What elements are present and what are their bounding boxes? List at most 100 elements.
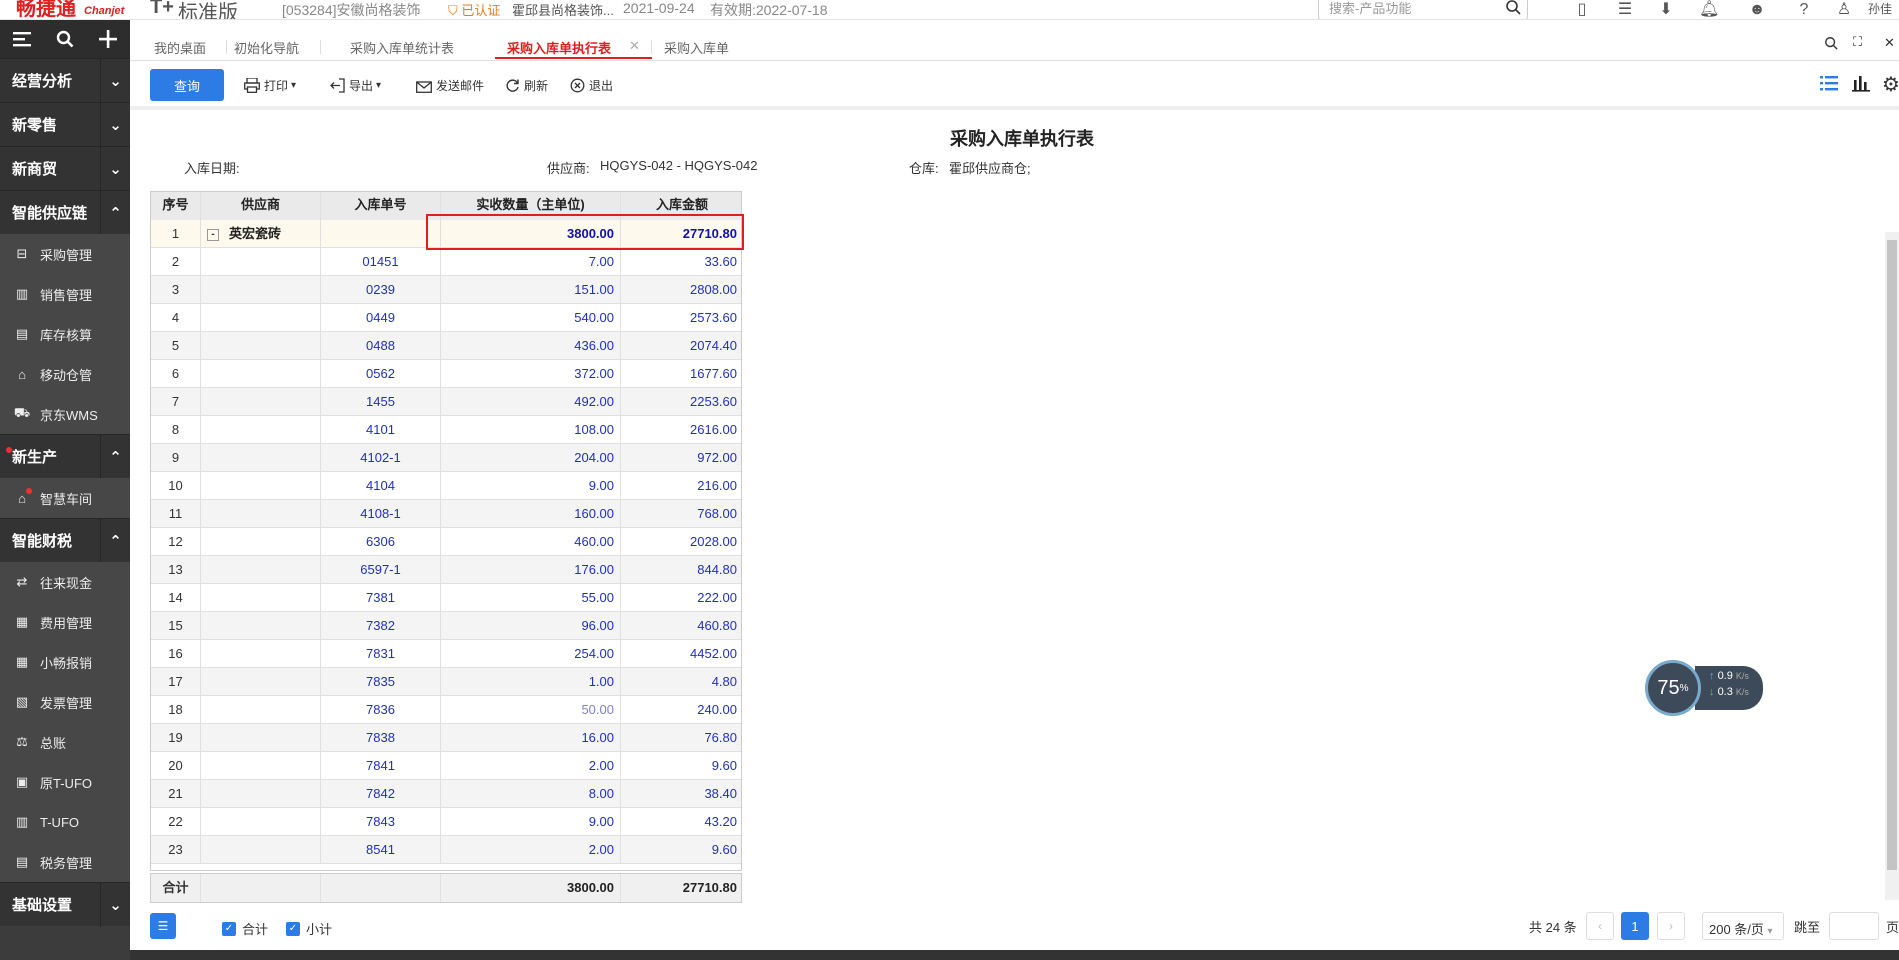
sidebar-item-purchase[interactable]: ⊟ 采购管理 — [0, 234, 130, 274]
sidebar-item-t-ufo[interactable]: ▥ T-UFO — [0, 802, 130, 842]
tasks-icon[interactable]: ☰ — [1616, 1, 1634, 19]
cell-order[interactable]: 0488 — [321, 332, 441, 360]
cell-order[interactable]: 7842 — [321, 780, 441, 808]
chevron-up-icon[interactable]: ⌃ — [100, 191, 130, 235]
cell-order[interactable]: 0562 — [321, 360, 441, 388]
close-icon[interactable]: ✕ — [629, 38, 640, 54]
cell-order[interactable]: 7843 — [321, 808, 441, 836]
sidebar-item-mobile-warehouse[interactable]: ⌂ 移动仓管 — [0, 354, 130, 394]
vertical-scrollbar[interactable] — [1885, 232, 1899, 900]
sidebar-item-expense[interactable]: ▦ 费用管理 — [0, 602, 130, 642]
prev-page-button[interactable]: ‹ — [1586, 912, 1614, 940]
sidebar-item-inventory[interactable]: ▤ 库存核算 — [0, 314, 130, 354]
tab-purchase-stat[interactable]: 采购入库单统计表 — [350, 38, 454, 57]
tab-purchase-receipt[interactable]: 采购入库单 — [664, 38, 729, 57]
cell-order[interactable]: 4108-1 — [321, 500, 441, 528]
sidebar-group-new-production[interactable]: 新生产 ⌃ — [0, 434, 130, 479]
search-icon[interactable] — [1824, 36, 1838, 53]
cell-order[interactable]: 4101 — [321, 416, 441, 444]
bell-icon[interactable]: 🔔︎ — [1699, 1, 1719, 19]
cell-order[interactable]: 4102-1 — [321, 444, 441, 472]
table-row[interactable]: 23 8541 2.00 9.60 — [151, 836, 741, 864]
cell-order[interactable]: 8541 — [321, 836, 441, 864]
sidebar-item-invoice[interactable]: ▧ 发票管理 — [0, 682, 130, 722]
search-icon[interactable] — [54, 28, 76, 50]
cell-order[interactable]: 7381 — [321, 584, 441, 612]
table-row[interactable]: 7 1455 492.00 2253.60 — [151, 388, 741, 416]
fullscreen-icon[interactable]: ⛶ — [1853, 34, 1862, 50]
column-settings-icon[interactable]: ☰ — [150, 913, 176, 939]
avatar-icon[interactable]: ☻ — [1745, 1, 1769, 19]
settings-icon[interactable]: ⚙ — [1882, 72, 1899, 97]
subtotal-checkbox[interactable]: ✓ 小计 — [286, 919, 332, 938]
print-button[interactable]: 打印 ▾ — [244, 77, 296, 94]
cell-order[interactable]: 7835 — [321, 668, 441, 696]
table-row[interactable]: 12 6306 460.00 2028.00 — [151, 528, 741, 556]
menu-icon[interactable] — [11, 28, 33, 50]
cell-order[interactable]: 01451 — [321, 248, 441, 276]
sidebar-item-cash[interactable]: ⇄ 往来现金 — [0, 562, 130, 602]
tab-my-desktop[interactable]: 我的桌面 — [154, 38, 206, 57]
chevron-down-icon[interactable]: ⌄ — [100, 103, 130, 147]
cell-order[interactable]: 1455 — [321, 388, 441, 416]
chevron-up-icon[interactable]: ⌃ — [100, 435, 130, 479]
table-row[interactable]: 14 7381 55.00 222.00 — [151, 584, 741, 612]
table-row[interactable]: 4 0449 540.00 2573.60 — [151, 304, 741, 332]
sidebar-item-sales[interactable]: ▥ 销售管理 — [0, 274, 130, 314]
column-header-supplier[interactable]: 供应商 — [201, 192, 321, 220]
sidebar-item-old-t-ufo[interactable]: ▣ 原T-UFO — [0, 762, 130, 802]
table-row[interactable]: 17 7835 1.00 4.80 — [151, 668, 741, 696]
exit-button[interactable]: 退出 — [570, 77, 613, 94]
table-row[interactable]: 5 0488 436.00 2074.40 — [151, 332, 741, 360]
search-input[interactable]: 搜索-产品功能 — [1318, 0, 1528, 19]
sidebar-item-ledger[interactable]: ⚖ 总账 — [0, 722, 130, 762]
add-icon[interactable] — [97, 28, 119, 50]
tab-init-nav[interactable]: 初始化导航 — [234, 38, 299, 57]
column-header-order[interactable]: 入库单号 — [321, 192, 441, 220]
table-row[interactable]: 20 7841 2.00 9.60 — [151, 752, 741, 780]
sidebar-item-tax[interactable]: ▤ 税务管理 — [0, 842, 130, 882]
table-row[interactable]: 16 7831 254.00 4452.00 — [151, 640, 741, 668]
table-row[interactable]: 8 4101 108.00 2616.00 — [151, 416, 741, 444]
table-row[interactable]: 2 01451 7.00 33.60 — [151, 248, 741, 276]
sidebar-group-new-retail[interactable]: 新零售 ⌄ — [0, 102, 130, 147]
table-row[interactable]: 10 4104 9.00 216.00 — [151, 472, 741, 500]
cell-order[interactable]: 6597-1 — [321, 556, 441, 584]
query-button[interactable]: 查询 — [150, 69, 224, 101]
sidebar-group-finance-tax[interactable]: 智能财税 ⌃ — [0, 518, 130, 563]
export-button[interactable]: 导出 ▾ — [330, 77, 381, 94]
page-size-select[interactable]: 200 条/页 ▾ — [1702, 912, 1784, 940]
column-header-seq[interactable]: 序号 — [151, 192, 201, 220]
cell-order[interactable]: 6306 — [321, 528, 441, 556]
search-icon[interactable] — [1505, 0, 1521, 15]
table-row[interactable]: 9 4102-1 204.00 972.00 — [151, 444, 741, 472]
sum-checkbox[interactable]: ✓ 合计 — [222, 919, 268, 938]
sidebar-item-reimburse[interactable]: ▦ 小畅报销 — [0, 642, 130, 682]
chart-view-icon[interactable] — [1852, 74, 1874, 92]
close-all-icon[interactable]: ✕ — [1884, 35, 1895, 51]
page-1-button[interactable]: 1 — [1621, 912, 1649, 940]
sidebar-group-new-commerce[interactable]: 新商贸 ⌄ — [0, 146, 130, 191]
user-icon[interactable]: ♙ — [1835, 1, 1853, 19]
sidebar-group-business-analysis[interactable]: 经营分析 ⌄ — [0, 58, 130, 103]
table-row[interactable]: 13 6597-1 176.00 844.80 — [151, 556, 741, 584]
chevron-down-icon[interactable]: ⌄ — [100, 59, 130, 103]
cell-order[interactable]: 7836 — [321, 696, 441, 724]
cell-order[interactable]: 7831 — [321, 640, 441, 668]
sidebar-group-supply-chain[interactable]: 智能供应链 ⌃ — [0, 190, 130, 235]
sidebar-group-basic-settings[interactable]: 基础设置 ⌄ — [0, 882, 130, 927]
chevron-up-icon[interactable]: ⌃ — [100, 519, 130, 563]
table-row[interactable]: 6 0562 372.00 1677.60 — [151, 360, 741, 388]
send-email-button[interactable]: 发送邮件 — [416, 77, 484, 94]
table-row[interactable]: 15 7382 96.00 460.80 — [151, 612, 741, 640]
table-row[interactable]: 19 7838 16.00 76.80 — [151, 724, 741, 752]
network-speed-widget[interactable]: ↑ 0.9 K/s ↓ 0.3 K/s 75% — [1645, 660, 1765, 716]
refresh-button[interactable]: 刷新 — [505, 77, 548, 94]
download-icon[interactable]: ⬇ — [1657, 1, 1675, 19]
brand-logo[interactable]: 畅捷通 — [16, 0, 76, 19]
jump-page-input[interactable] — [1829, 912, 1879, 940]
table-row[interactable]: 18 7836 50.00 240.00 — [151, 696, 741, 724]
cell-order[interactable]: 7841 — [321, 752, 441, 780]
help-icon[interactable]: ? — [1795, 1, 1813, 19]
cell-order[interactable]: 0239 — [321, 276, 441, 304]
